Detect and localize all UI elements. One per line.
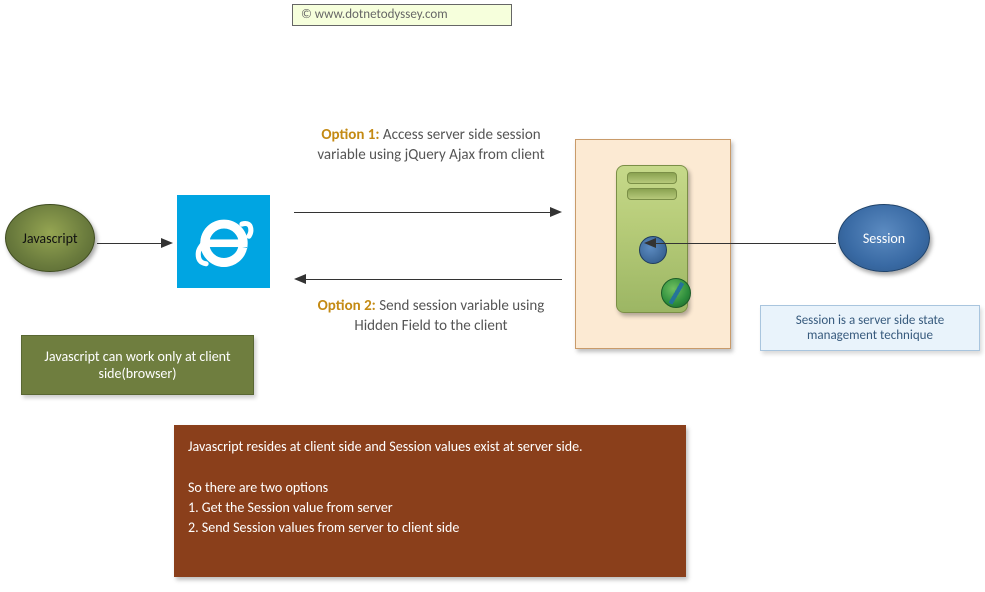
javascript-caption: Javascript can work only at client side(…	[21, 335, 254, 395]
arrow-line	[306, 279, 562, 280]
note-line-1: Javascript resides at client side and Se…	[188, 437, 672, 457]
server-globe-icon	[661, 278, 691, 308]
option-2-text: Send session variable using Hidden Field…	[354, 297, 544, 335]
explanation-note: Javascript resides at client side and Se…	[174, 425, 686, 577]
session-caption: Session is a server side state managemen…	[760, 305, 980, 351]
session-node-label: Session	[863, 230, 905, 247]
ie-logo-icon	[192, 210, 256, 274]
option-2-lead: Option 2:	[318, 297, 376, 315]
javascript-caption-text: Javascript can work only at client side(…	[32, 348, 243, 382]
arrow-line	[656, 243, 836, 244]
attribution-text: © www.dotnetodyssey.com	[301, 7, 448, 22]
option-1-label: Option 1: Access server side session var…	[306, 125, 556, 166]
server-slot-icon	[627, 188, 677, 200]
attribution-box: © www.dotnetodyssey.com	[292, 4, 512, 26]
arrow-server-to-browser	[294, 274, 562, 284]
javascript-node: Javascript	[5, 204, 95, 272]
note-line-3: 1. Get the Session value from server	[188, 498, 672, 518]
option-2-label: Option 2: Send session variable using Hi…	[306, 296, 556, 337]
arrow-line	[97, 243, 161, 244]
session-node: Session	[838, 204, 930, 272]
session-caption-text: Session is a server side state managemen…	[773, 313, 967, 343]
option-1-lead: Option 1:	[321, 126, 379, 144]
arrow-head-icon	[294, 274, 306, 284]
note-line-2: So there are two options	[188, 478, 672, 498]
note-line-4: 2. Send Session values from server to cl…	[188, 518, 672, 538]
arrow-head-icon	[161, 238, 173, 248]
arrow-js-to-browser	[97, 238, 173, 248]
arrow-head-icon	[550, 207, 562, 217]
arrow-browser-to-server	[294, 207, 562, 217]
arrow-session-to-server	[644, 238, 836, 248]
javascript-node-label: Javascript	[22, 230, 77, 247]
arrow-line	[294, 212, 550, 213]
browser-ie-icon	[177, 195, 270, 288]
server-slot-icon	[627, 172, 677, 184]
arrow-head-icon	[644, 238, 656, 248]
